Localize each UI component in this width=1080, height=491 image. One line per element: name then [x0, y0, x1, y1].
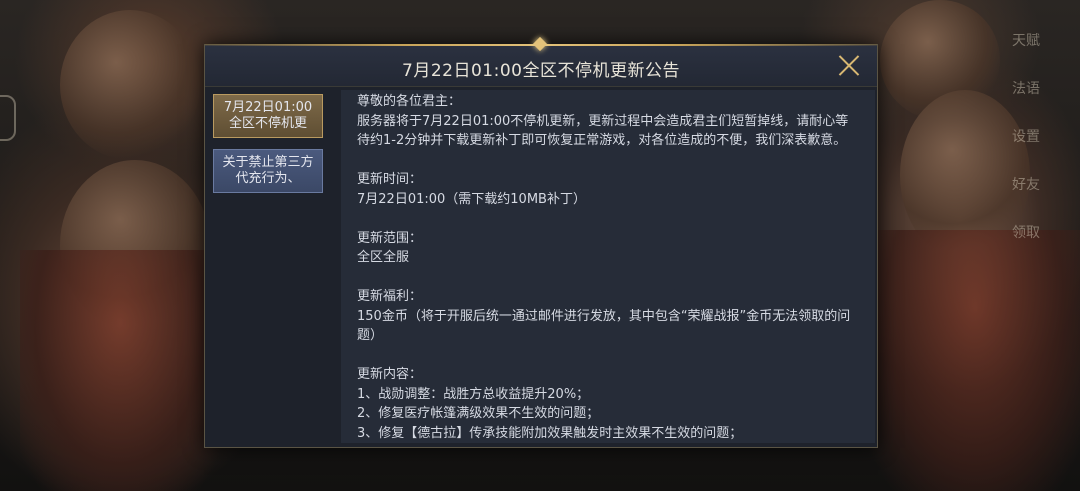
- background-armor-right: [870, 230, 1080, 491]
- time-value: 7月22日01:00（需下载约10MB补丁）: [357, 191, 586, 207]
- background-side-menu: 天赋 法语 设置 好友 领取: [1012, 30, 1040, 242]
- benefit-value: 150金币（将于开服后统一通过邮件进行发放，其中包含“荣耀战报”金币无法领取的问…: [357, 308, 851, 344]
- changes-heading: 更新内容：: [357, 367, 423, 382]
- tab-third-party-notice[interactable]: 关于禁止第三方代充行为、: [213, 149, 323, 193]
- side-menu-item: 天赋: [1012, 33, 1040, 49]
- scope-value: 全区全服: [357, 250, 410, 265]
- announcement-content[interactable]: 尊敬的各位君主： 服务器将于7月22日01:00不停机更新，更新过程中会造成君主…: [341, 90, 875, 443]
- greeting-text: 尊敬的各位君主：: [357, 94, 462, 109]
- change-item: 1、战勋调整：战胜方总收益提升20%；: [357, 386, 590, 402]
- dialog-header: 7月22日01:00全区不停机更新公告: [205, 36, 877, 87]
- side-menu-item: 好友: [1012, 177, 1040, 193]
- tab-label: 7月22日01:00全区不停机更: [223, 100, 313, 131]
- side-menu-item: 领取: [1012, 225, 1040, 241]
- scope-heading: 更新范围：: [357, 230, 423, 246]
- close-icon[interactable]: [835, 51, 863, 79]
- announcement-dialog: 7月22日01:00全区不停机更新公告 7月22日01:00全区不停机更 关于禁…: [204, 36, 878, 448]
- header-gem-ornament: [532, 36, 548, 52]
- tab-label: 关于禁止第三方代充行为、: [222, 155, 314, 186]
- tab-update-announcement[interactable]: 7月22日01:00全区不停机更: [213, 94, 323, 138]
- time-heading: 更新时间：: [357, 172, 423, 187]
- change-item: 3、修复【德古拉】传承技能附加效果触发时主效果不生效的问题；: [357, 425, 743, 441]
- side-menu-item: 设置: [1012, 129, 1040, 145]
- announcement-tab-list: 7月22日01:00全区不停机更 关于禁止第三方代充行为、: [213, 94, 325, 204]
- change-item: 2、修复医疗帐篷满级效果不生效的问题；: [357, 406, 600, 421]
- left-edge-ring: [0, 95, 16, 141]
- background-warrior-left-top: [60, 10, 200, 160]
- dialog-title: 7月22日01:00全区不停机更新公告: [402, 61, 680, 81]
- intro-text: 服务器将于7月22日01:00不停机更新，更新过程中会造成君主们短暂掉线，请耐心…: [357, 113, 849, 149]
- background-armor-left: [20, 250, 220, 491]
- benefit-heading: 更新福利：: [357, 289, 423, 304]
- side-menu-item: 法语: [1012, 81, 1040, 97]
